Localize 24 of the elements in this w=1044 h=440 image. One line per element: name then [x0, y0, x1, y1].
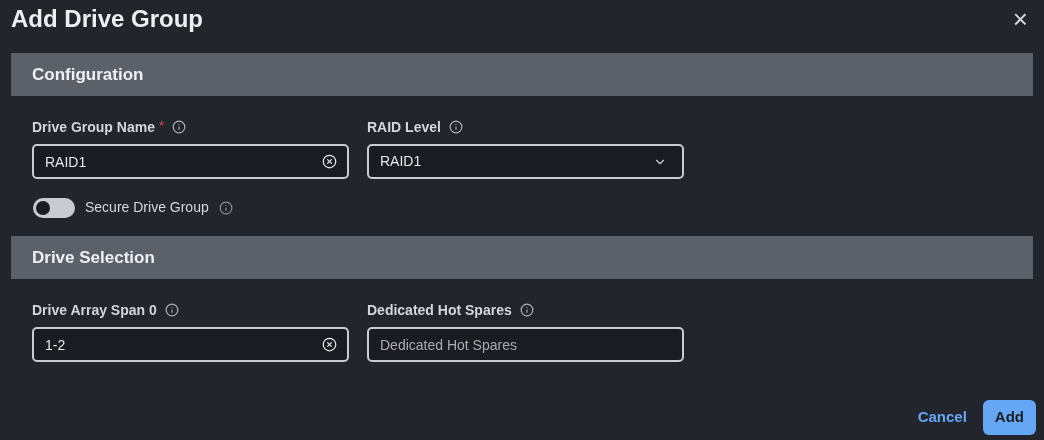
- clear-icon[interactable]: [322, 337, 337, 352]
- required-asterisk: *: [158, 117, 164, 135]
- add-button[interactable]: Add: [982, 400, 1036, 435]
- toggle-switch[interactable]: [33, 197, 75, 218]
- field-label: Dedicated Hot Spares: [367, 300, 512, 320]
- info-icon[interactable]: [164, 303, 179, 317]
- info-icon[interactable]: [218, 200, 233, 215]
- text-field[interactable]: 1-2: [32, 327, 349, 362]
- field-label: RAID Level: [367, 117, 441, 137]
- info-icon[interactable]: [172, 120, 186, 134]
- cancel-button[interactable]: Cancel: [917, 406, 967, 429]
- select-field[interactable]: RAID1: [367, 144, 684, 179]
- section-header: Configuration: [11, 53, 1033, 96]
- text-field[interactable]: RAID1: [32, 144, 349, 179]
- section-header: Drive Selection: [11, 236, 1033, 279]
- clear-icon[interactable]: [322, 154, 337, 169]
- info-icon[interactable]: [448, 120, 463, 134]
- text-field[interactable]: Dedicated Hot Spares: [367, 327, 684, 362]
- dialog-title: Add Drive Group: [11, 3, 203, 34]
- close-button[interactable]: ×: [1012, 5, 1028, 32]
- info-icon[interactable]: [519, 303, 534, 317]
- field-label: Drive Group Name: [32, 117, 155, 137]
- toggle-label: Secure Drive Group: [85, 198, 209, 217]
- field-label: Drive Array Span 0: [32, 300, 157, 320]
